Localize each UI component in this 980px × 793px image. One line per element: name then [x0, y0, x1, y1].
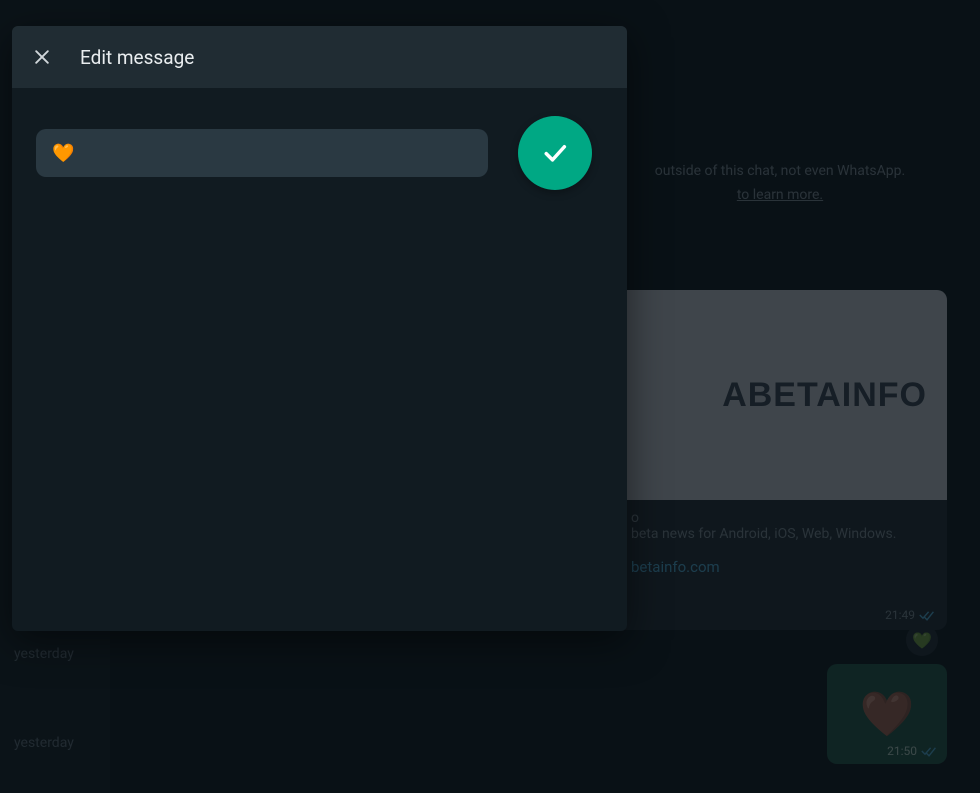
dialog-header: Edit message: [12, 26, 627, 88]
close-icon: [32, 47, 52, 67]
dialog-body: [12, 88, 627, 631]
edit-input-row: [36, 116, 603, 190]
check-icon: [540, 138, 570, 168]
confirm-edit-button[interactable]: [518, 116, 592, 190]
close-button[interactable]: [28, 43, 56, 71]
dialog-title: Edit message: [80, 46, 194, 69]
edit-message-input[interactable]: [36, 129, 488, 177]
edit-message-dialog: Edit message: [12, 26, 627, 631]
